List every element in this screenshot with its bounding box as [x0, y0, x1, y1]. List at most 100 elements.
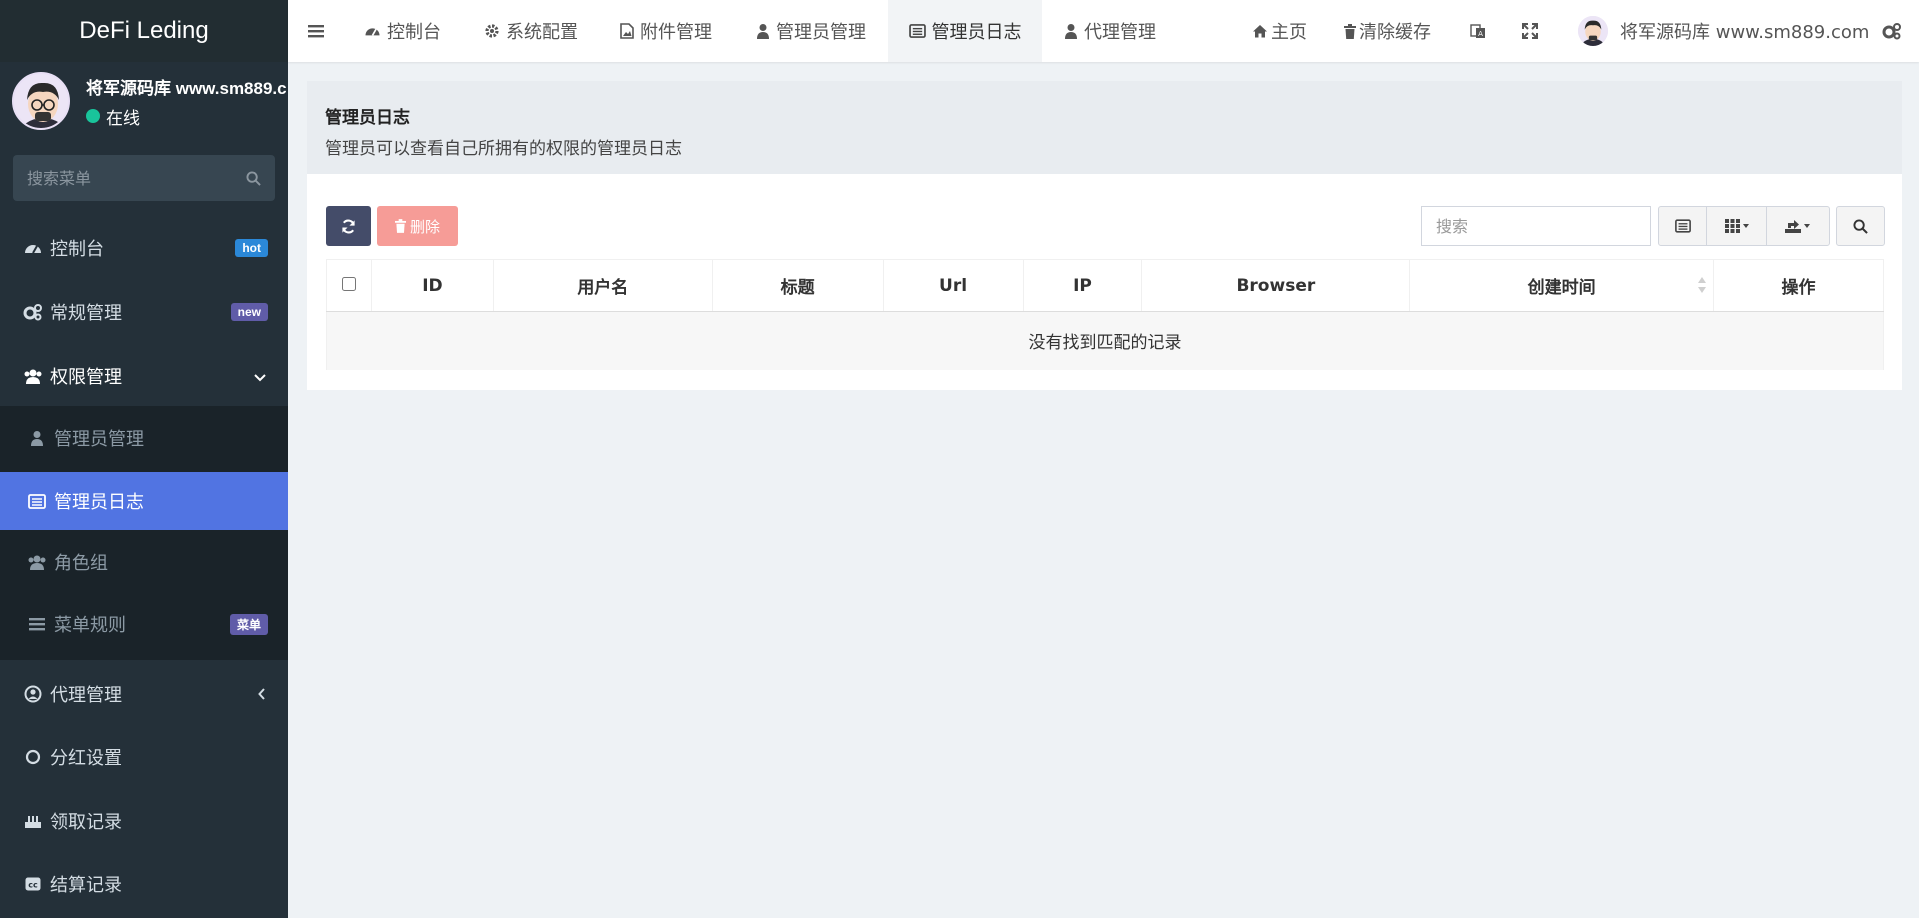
tab-admin-manage[interactable]: 管理员管理: [756, 0, 866, 62]
tab-attachments[interactable]: 附件管理: [620, 0, 712, 62]
tab-label: 代理管理: [1084, 22, 1156, 43]
sidebar-item-claim-records[interactable]: 领取记录: [0, 795, 288, 847]
sidebar-item-permissions[interactable]: 权限管理: [0, 350, 288, 402]
clear-cache-label: 清除缓存: [1359, 22, 1431, 43]
trash-icon: [394, 219, 406, 233]
file-image-icon: [620, 23, 634, 39]
sidebar-item-label: 控制台: [50, 239, 104, 260]
cog-icon: [484, 23, 500, 39]
sidebar-item-label: 菜单规则: [54, 615, 126, 636]
bars-icon: [308, 24, 324, 38]
sidebar-item-dashboard[interactable]: 控制台 hot: [0, 222, 288, 274]
page-title: 管理员日志: [325, 108, 410, 128]
sidebar-item-label: 领取记录: [50, 812, 122, 833]
table-tools: [1658, 206, 1830, 246]
list-alt-icon: [26, 493, 48, 509]
svg-text:A: A: [1478, 30, 1483, 38]
user-name: 将军源码库 www.sm889.c: [86, 78, 287, 98]
sidebar-item-dividend[interactable]: 分红设置: [0, 731, 288, 783]
cogs-icon: [1882, 22, 1902, 40]
circle-o-icon: [22, 749, 44, 765]
sidebar-item-settlement-records[interactable]: cc 结算记录: [0, 858, 288, 910]
sidebar-item-agent[interactable]: 代理管理: [0, 668, 288, 720]
sidebar-item-label: 代理管理: [50, 685, 122, 706]
sidebar-toggle-button[interactable]: [308, 0, 330, 62]
user-panel: 将军源码库 www.sm889.c 在线: [0, 62, 288, 140]
user-icon: [26, 430, 48, 446]
user-status-label: 在线: [106, 108, 140, 129]
refresh-icon: [341, 219, 356, 234]
avatar: [12, 72, 70, 130]
column-header-username[interactable]: 用户名: [492, 259, 713, 312]
sidebar-item-menu-rules[interactable]: 菜单规则 菜单: [0, 598, 288, 650]
tab-label: 系统配置: [506, 22, 578, 43]
sidebar-item-role-group[interactable]: 角色组: [0, 536, 288, 588]
fullscreen-button[interactable]: [1522, 0, 1544, 62]
select-all-cell: [326, 259, 372, 312]
language-button[interactable]: A: [1470, 0, 1492, 62]
column-header-create-time[interactable]: 创建时间: [1409, 259, 1715, 312]
hot-badge: hot: [235, 239, 268, 257]
search-icon[interactable]: [246, 170, 261, 186]
creative-commons-icon: cc: [22, 877, 44, 891]
column-header-url[interactable]: Url: [882, 259, 1024, 312]
user-icon: [756, 23, 770, 39]
tab-label: 控制台: [387, 22, 441, 43]
column-header-actions: 操作: [1713, 259, 1884, 312]
sidebar-item-admin-manage[interactable]: 管理员管理: [0, 412, 288, 464]
tab-system-config[interactable]: 系统配置: [484, 0, 578, 62]
column-header-title[interactable]: 标题: [711, 259, 884, 312]
user-menu-name: 将军源码库 www.sm889.com: [1620, 22, 1870, 43]
export-icon: [1785, 219, 1811, 233]
chevron-left-icon: [258, 684, 266, 705]
columns-button[interactable]: [1707, 207, 1767, 245]
svg-text:cc: cc: [28, 881, 38, 890]
group-icon: [26, 554, 48, 570]
user-icon: [1064, 23, 1078, 39]
tab-admin-log[interactable]: 管理员日志: [888, 0, 1042, 62]
new-badge: new: [230, 303, 268, 321]
user-circle-icon: [22, 685, 44, 703]
birthday-cake-icon: [22, 813, 44, 829]
column-header-label: 创建时间: [1527, 278, 1596, 298]
export-button[interactable]: [1767, 207, 1829, 245]
empty-table-message: 没有找到匹配的记录: [326, 311, 1884, 370]
sidebar-item-label: 权限管理: [50, 367, 122, 388]
app-logo[interactable]: DeFi Leding: [0, 0, 288, 62]
online-status-dot: [86, 109, 100, 123]
sidebar-item-general[interactable]: 常规管理 new: [0, 286, 288, 338]
th-icon: [1724, 219, 1749, 233]
clear-cache-button[interactable]: 清除缓存: [1344, 0, 1431, 62]
toggle-view-button[interactable]: [1659, 207, 1707, 245]
dashboard-icon: [22, 240, 44, 256]
column-header-ip[interactable]: IP: [1022, 259, 1143, 312]
sidebar-item-label: 管理员日志: [54, 492, 144, 513]
home-link[interactable]: 主页: [1252, 0, 1307, 62]
settings-button[interactable]: [1882, 0, 1908, 62]
search-icon: [1853, 218, 1868, 234]
column-header-browser[interactable]: Browser: [1141, 259, 1411, 312]
sidebar-item-label: 分红设置: [50, 748, 122, 769]
sidebar-search-input[interactable]: [27, 168, 227, 188]
sidebar-item-admin-log[interactable]: 管理员日志: [0, 472, 288, 530]
column-header-id[interactable]: ID: [370, 259, 494, 312]
select-all-checkbox[interactable]: [341, 276, 356, 291]
sidebar-item-label: 常规管理: [50, 303, 122, 324]
tab-dashboard[interactable]: 控制台: [364, 0, 441, 62]
home-icon: [1252, 24, 1268, 38]
user-menu[interactable]: 将军源码库 www.sm889.com: [1578, 0, 1869, 62]
advanced-search-button[interactable]: [1837, 207, 1884, 245]
trash-icon: [1344, 23, 1356, 39]
sidebar-item-label: 角色组: [54, 553, 108, 574]
tab-label: 附件管理: [640, 22, 712, 43]
table-search-input[interactable]: [1421, 206, 1651, 246]
menu-badge: 菜单: [229, 613, 268, 635]
top-navbar: 控制台 系统配置 附件管理 管理员管理 管理员日志 代理管理 主页 清除缓存 A…: [288, 0, 1919, 62]
group-icon: [22, 368, 44, 384]
tab-agent-manage[interactable]: 代理管理: [1064, 0, 1156, 62]
table-header-row: ID 用户名 标题 Url IP Browser 创建时间 操作: [326, 259, 1884, 312]
language-icon: A: [1470, 23, 1486, 39]
cogs-icon: [22, 303, 44, 321]
refresh-button[interactable]: [326, 206, 371, 246]
delete-button[interactable]: 删除: [377, 206, 458, 246]
